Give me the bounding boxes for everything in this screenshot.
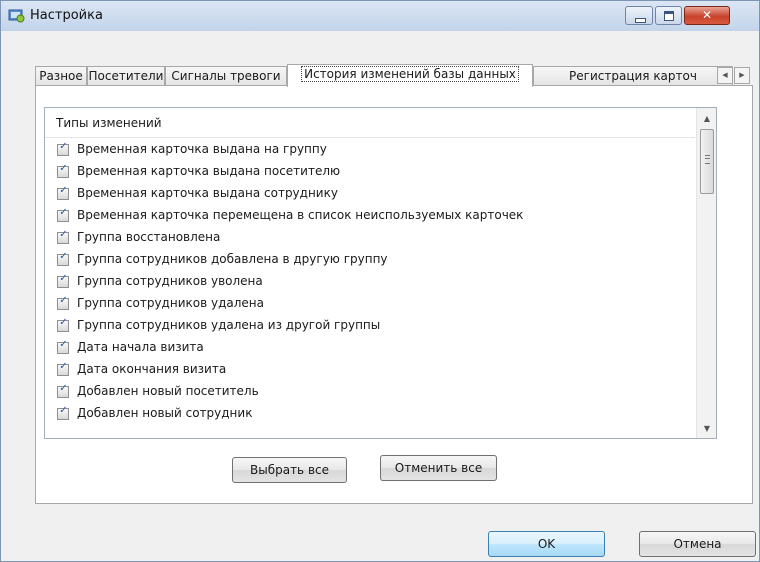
checkbox[interactable]: ✓ [57,141,69,156]
chevron-left-icon: ◀ [722,71,728,79]
scrollbar-thumb[interactable] [700,129,714,194]
window-title: Настройка [30,8,103,23]
tab-database-history[interactable]: История изменений базы данных [287,64,533,87]
checkbox[interactable]: ✓ [57,207,69,222]
tab-card-registration[interactable]: Регистрация карточ [533,66,733,86]
deselect-all-button[interactable]: Отменить все [380,455,497,481]
title-bar[interactable]: Настройка ✕ [1,1,759,31]
list-item-label: Группа сотрудников добавлена в другую гр… [77,252,388,266]
checkbox[interactable]: ✓ [57,339,69,354]
close-icon: ✕ [701,8,713,22]
checkbox[interactable]: ✓ [57,229,69,244]
checkbox[interactable]: ✓ [57,361,69,376]
tab-misc[interactable]: Разное [35,66,87,86]
ok-button[interactable]: OK [488,531,605,557]
list-item[interactable]: ✓ Временная карточка выдана сотруднику [45,183,695,205]
checkbox[interactable]: ✓ [57,163,69,178]
checkbox[interactable]: ✓ [57,185,69,200]
list-item[interactable]: ✓ Группа сотрудников удалена из другой гр… [45,315,695,337]
list-item-label: Группа сотрудников удалена из другой гру… [77,318,381,332]
settings-app-icon [8,8,25,23]
minimize-button[interactable] [625,6,653,25]
list-item[interactable]: ✓ Группа сотрудников уволена [45,271,695,293]
cancel-button[interactable]: Отмена [639,531,756,557]
checkmark-icon: ✓ [59,273,68,284]
checkbox[interactable]: ✓ [57,383,69,398]
maximize-button[interactable] [655,6,682,25]
list-item[interactable]: ✓ Дата начала визита [45,337,695,359]
checkmark-icon: ✓ [59,339,68,350]
list-item[interactable]: ✓ Группа восстановлена [45,227,695,249]
tab-strip: Разное Посетители Сигналы тревоги Истори… [35,64,753,87]
list-item[interactable]: ✓ Временная карточка выдана на группу [45,139,695,161]
tab-scroll-right-button[interactable]: ▶ [734,67,750,84]
list-item[interactable]: ✓ Дата окончания визита [45,359,695,381]
checkmark-icon: ✓ [59,251,68,262]
list-item[interactable]: ✓ Временная карточка выдана посетителю [45,161,695,183]
checkbox[interactable]: ✓ [57,317,69,332]
change-types-list[interactable]: Типы изменений ✓ Временная карточка выдан… [44,107,717,439]
checkmark-icon: ✓ [59,361,68,372]
vertical-scrollbar[interactable]: ▲ ▼ [696,108,716,438]
list-item[interactable]: ✓ Добавлен новый сотрудник [45,403,695,425]
checkmark-icon: ✓ [59,405,68,416]
list-item-label: Дата начала визита [77,340,204,354]
checkmark-icon: ✓ [59,317,68,328]
tab-visitors[interactable]: Посетители [87,66,165,86]
checkmark-icon: ✓ [59,383,68,394]
checkmark-icon: ✓ [59,185,68,196]
checkmark-icon: ✓ [59,295,68,306]
checkmark-icon: ✓ [59,141,68,152]
checkbox[interactable]: ✓ [57,295,69,310]
grip-icon [705,155,710,164]
list-items: ✓ Временная карточка выдана на группу ✓ Вре… [45,139,695,425]
list-header: Типы изменений [45,108,695,138]
list-item[interactable]: ✓ Временная карточка перемещена в список … [45,205,695,227]
maximize-icon [664,11,674,21]
list-item-label: Временная карточка выдана посетителю [77,164,341,178]
list-item[interactable]: ✓ Группа сотрудников удалена [45,293,695,315]
minimize-icon [635,18,646,23]
list-item-label: Временная карточка перемещена в список н… [77,208,524,222]
tab-alarms[interactable]: Сигналы тревоги [165,66,287,86]
chevron-right-icon: ▶ [739,71,745,79]
list-item-label: Временная карточка выдана на группу [77,142,327,156]
list-item[interactable]: ✓ Группа сотрудников добавлена в другую г… [45,249,695,271]
list-item-label: Временная карточка выдана сотруднику [77,186,338,200]
tab-scroll-left-button[interactable]: ◀ [717,67,733,84]
scroll-up-icon[interactable]: ▲ [697,110,716,128]
list-item-label: Дата окончания визита [77,362,227,376]
select-all-button[interactable]: Выбрать все [232,457,347,483]
close-button[interactable]: ✕ [684,6,730,25]
list-item-label: Группа сотрудников уволена [77,274,263,288]
checkbox[interactable]: ✓ [57,405,69,420]
scroll-down-icon[interactable]: ▼ [697,420,716,438]
settings-dialog: Настройка ✕ Разное Посетители Сигналы тр… [0,0,760,562]
list-item-label: Группа сотрудников удалена [77,296,264,310]
list-item-label: Добавлен новый сотрудник [77,406,253,420]
list-item-label: Группа восстановлена [77,230,221,244]
list-item[interactable]: ✓ Добавлен новый посетитель [45,381,695,403]
checkmark-icon: ✓ [59,207,68,218]
checkmark-icon: ✓ [59,229,68,240]
checkbox[interactable]: ✓ [57,251,69,266]
checkmark-icon: ✓ [59,163,68,174]
list-item-label: Добавлен новый посетитель [77,384,259,398]
checkbox[interactable]: ✓ [57,273,69,288]
